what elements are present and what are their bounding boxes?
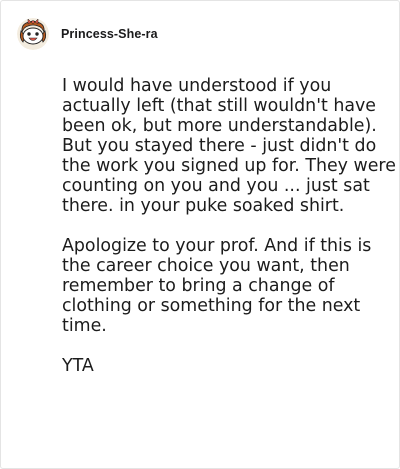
comment-paragraph: YTA [62,356,94,376]
comment-header: Princess-She-ra [17,17,158,51]
comment-card: Princess-She-ra I would have understood … [0,0,400,469]
comment-body: I would have understood if you actually … [62,76,397,376]
snoo-avatar-icon[interactable] [17,18,49,50]
comment-paragraph: Apologize to your prof. And if this is t… [62,236,372,336]
comment-paragraph: I would have understood if you actually … [62,76,396,216]
author-username[interactable]: Princess-She-ra [61,27,158,41]
